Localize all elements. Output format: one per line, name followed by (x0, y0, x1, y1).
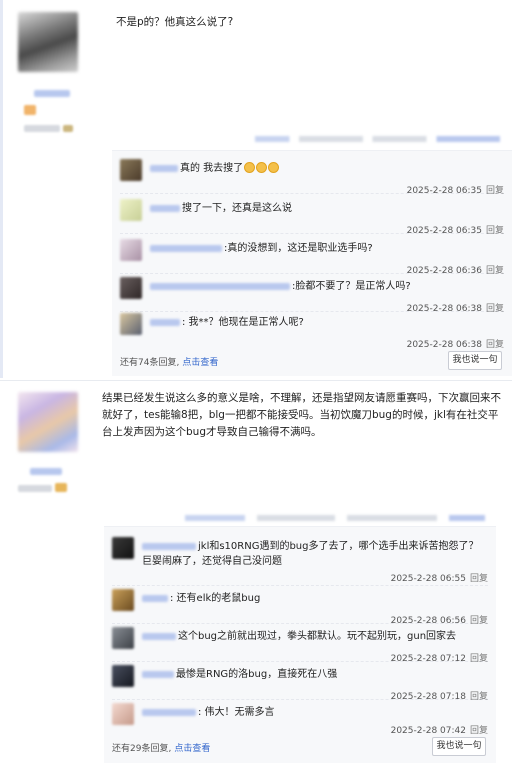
reply-body: :真的没想到，这还是职业选手吗? (150, 241, 504, 256)
reply-author[interactable] (142, 632, 176, 640)
reply-text: 真的 我去搜了 (180, 163, 244, 174)
reply-text: : 还有elk的老鼠bug (170, 593, 261, 604)
more-replies: 还有29条回复, 点击查看 (112, 741, 210, 754)
list-item: :真的没想到，这还是职业选手吗? 2025-2-28 06:36 回复 (120, 237, 504, 276)
reply-body: 最惨是RNG的洛bug，直接死在八强 (142, 667, 488, 682)
avatar[interactable] (120, 313, 142, 335)
list-item: : 伟大！无需多言 2025-2-28 07:42 回复 (112, 701, 488, 737)
reply-text: : 伟大！无需多言 (198, 707, 275, 718)
reply-button[interactable]: 回复 (470, 726, 488, 736)
reply-list: jkl和s10RNG遇到的bug多了去了，哪个选手出来诉苦抱怨了？巨婴闹麻了，还… (104, 526, 496, 763)
reply-list: 真的 我去搜了 2025-2-28 06:35 回复 搜了一下，还真是这么说 20… (112, 150, 512, 376)
avatar[interactable] (120, 239, 142, 261)
author-name[interactable] (34, 90, 70, 97)
reply-body: 搜了一下，还真是这么说 (150, 201, 504, 216)
reply-author[interactable] (142, 594, 168, 602)
avatar[interactable] (120, 277, 142, 299)
reply-footer: 2025-2-28 06:35 回复 (407, 223, 504, 236)
list-item: :脸都不要了？是正常人吗? 2025-2-28 06:38 回复 (120, 275, 504, 314)
reply-time: 2025-2-28 07:42 (390, 726, 466, 736)
reply-button[interactable]: 回复 (470, 574, 488, 584)
post-edge (0, 0, 3, 378)
reply-text: :真的没想到，这还是职业选手吗? (224, 243, 373, 254)
more-replies-count: 还有74条回复, (120, 358, 180, 368)
list-item: : 我**？他现在是正常人呢? 2025-2-28 06:38 回复 (120, 311, 504, 350)
author-meta (18, 483, 80, 495)
reply-footer: 2025-2-28 06:35 回复 (407, 183, 504, 196)
post-meta (255, 136, 500, 142)
avatar[interactable] (112, 589, 134, 611)
level-text (18, 485, 52, 492)
post-content: 结果已经发生说这么多的意义是啥，不理解，还是指望网友请愿重赛吗，下次赢回来不就好… (102, 392, 501, 438)
reply-input-button[interactable]: 我也说一句 (448, 351, 502, 370)
reply-author[interactable] (150, 244, 222, 252)
author-column (18, 12, 80, 135)
reply-text: 这个bug之前就出现过，拳头都默认。玩不起别玩，gun回家去 (178, 631, 457, 642)
more-replies: 还有74条回复, 点击查看 (120, 355, 218, 368)
reply-footer: 2025-2-28 06:55 回复 (391, 571, 488, 584)
author-name[interactable] (30, 468, 62, 475)
avatar[interactable] (112, 665, 134, 687)
reply-body: 这个bug之前就出现过，拳头都默认。玩不起别玩，gun回家去 (142, 629, 488, 644)
reply-author[interactable] (150, 204, 180, 212)
list-item: 这个bug之前就出现过，拳头都默认。玩不起别玩，gun回家去 2025-2-28… (112, 625, 488, 664)
reply-input-button[interactable]: 我也说一句 (432, 737, 486, 756)
reply-footer: 2025-2-28 06:38 回复 (407, 337, 504, 350)
reply-body: :脸都不要了？是正常人吗? (150, 279, 504, 294)
reply-text: 最惨是RNG的洛bug，直接死在八强 (176, 669, 338, 680)
author-badges (24, 105, 80, 118)
reply-author[interactable] (150, 282, 290, 290)
emoji-icon (268, 162, 280, 173)
author-meta (24, 124, 80, 135)
level-icon (63, 125, 74, 132)
list-item: 最惨是RNG的洛bug，直接死在八强 2025-2-28 07:18 回复 (112, 663, 488, 702)
level-text (24, 125, 60, 132)
emoji-icon (256, 162, 268, 173)
avatar[interactable] (112, 627, 134, 649)
level-icon (55, 483, 68, 492)
avatar[interactable] (120, 159, 142, 181)
reply-body: 真的 我去搜了 (150, 161, 504, 176)
view-more-link[interactable]: 点击查看 (182, 358, 218, 368)
avatar[interactable] (18, 392, 78, 452)
post: 不是p的？他真这么说了? 真的 我去搜了 2025-2-28 06:35 回复 搜… (0, 0, 512, 378)
post-content: 不是p的？他真这么说了? (116, 16, 234, 28)
list-item: 真的 我去搜了 2025-2-28 06:35 回复 (120, 157, 504, 196)
reply-text: 搜了一下，还真是这么说 (182, 203, 292, 214)
view-more-link[interactable]: 点击查看 (174, 744, 210, 754)
avatar[interactable] (112, 703, 134, 725)
reply-body: : 我**？他现在是正常人呢? (150, 315, 504, 330)
reply-time: 2025-2-28 06:55 (390, 574, 466, 584)
level-badge (24, 105, 36, 115)
post-divider (0, 380, 512, 381)
reply-author[interactable] (142, 670, 174, 678)
avatar[interactable] (120, 199, 142, 221)
more-replies-count: 还有29条回复, (112, 744, 172, 754)
post-meta (185, 515, 485, 521)
reply-body: : 伟大！无需多言 (142, 705, 488, 720)
emoji-icon (244, 162, 256, 173)
author-column (18, 392, 80, 495)
reply-button[interactable]: 回复 (486, 226, 504, 236)
list-item: jkl和s10RNG遇到的bug多了去了，哪个选手出来诉苦抱怨了？巨婴闹麻了，还… (112, 535, 488, 586)
reply-author[interactable] (150, 318, 180, 326)
avatar[interactable] (18, 12, 78, 72)
reply-author[interactable] (142, 708, 196, 716)
reply-footer: 2025-2-28 07:42 回复 (391, 723, 488, 736)
reply-time: 2025-2-28 06:35 (406, 186, 482, 196)
reply-body: : 还有elk的老鼠bug (142, 591, 488, 606)
reply-time: 2025-2-28 06:35 (406, 226, 482, 236)
list-item: 搜了一下，还真是这么说 2025-2-28 06:35 回复 (120, 197, 504, 236)
reply-button[interactable]: 回复 (486, 186, 504, 196)
reply-text: :脸都不要了？是正常人吗? (292, 281, 411, 292)
reply-body: jkl和s10RNG遇到的bug多了去了，哪个选手出来诉苦抱怨了？巨婴闹麻了，还… (142, 539, 488, 569)
reply-text: : 我**？他现在是正常人呢? (182, 317, 304, 328)
reply-time: 2025-2-28 06:38 (406, 340, 482, 350)
reply-button[interactable]: 回复 (486, 340, 504, 350)
reply-author[interactable] (142, 542, 196, 550)
reply-author[interactable] (150, 164, 178, 172)
post: 结果已经发生说这么多的意义是啥，不理解，还是指望网友请愿重赛吗，下次赢回来不就好… (0, 382, 512, 770)
avatar[interactable] (112, 537, 134, 559)
list-item: : 还有elk的老鼠bug 2025-2-28 06:56 回复 (112, 587, 488, 626)
